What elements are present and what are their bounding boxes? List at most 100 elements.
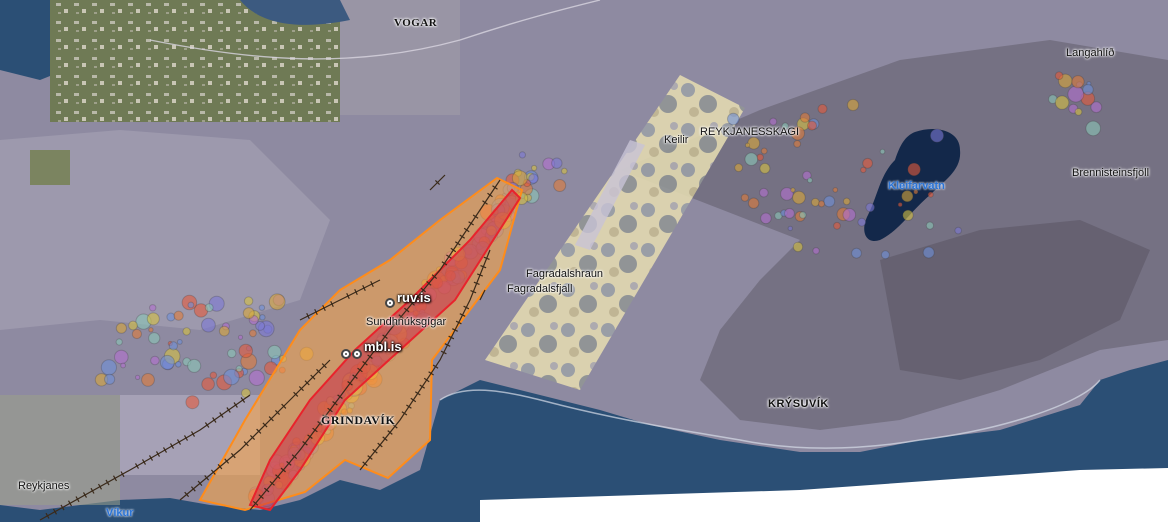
earthquake-dot[interactable]: [954, 226, 963, 235]
earthquake-dot[interactable]: [862, 157, 873, 169]
webcam-icon[interactable]: [385, 298, 395, 308]
satellite-map[interactable]: [0, 0, 1168, 522]
earthquake-dot[interactable]: [1074, 108, 1083, 116]
earthquake-dot[interactable]: [227, 348, 237, 359]
earthquake-dot[interactable]: [860, 166, 867, 174]
earthquake-dot[interactable]: [209, 371, 218, 379]
earthquake-dot[interactable]: [792, 190, 806, 205]
earthquake-dot[interactable]: [120, 362, 126, 369]
earthquake-dot[interactable]: [131, 328, 142, 340]
earthquake-dot[interactable]: [747, 197, 760, 209]
earthquake-dot[interactable]: [818, 200, 825, 208]
earthquake-dot[interactable]: [248, 369, 265, 386]
earthquake-dot[interactable]: [268, 293, 286, 311]
earthquake-dot[interactable]: [201, 377, 215, 391]
webcam-icon[interactable]: [341, 349, 351, 359]
earthquake-dot[interactable]: [817, 103, 828, 114]
earthquake-dot[interactable]: [115, 338, 123, 346]
earthquake-dot[interactable]: [135, 374, 141, 380]
earthquake-dot[interactable]: [792, 241, 804, 253]
earthquake-dot[interactable]: [249, 329, 257, 338]
earthquake-dot[interactable]: [807, 120, 817, 131]
earthquake-dot[interactable]: [787, 225, 793, 232]
earthquake-dot[interactable]: [759, 187, 769, 198]
earthquake-dot[interactable]: [744, 142, 751, 148]
earthquake-dot[interactable]: [561, 167, 568, 175]
earthquake-dot[interactable]: [201, 317, 216, 333]
earthquake-dot[interactable]: [927, 191, 934, 198]
earthquake-dot[interactable]: [922, 246, 935, 259]
earthquake-dot[interactable]: [223, 368, 240, 386]
earthquake-dot[interactable]: [551, 157, 563, 169]
earthquake-dot[interactable]: [740, 193, 750, 202]
earthquake-dot[interactable]: [115, 322, 128, 334]
earthquake-dot[interactable]: [744, 152, 759, 166]
webcam-icon[interactable]: [352, 349, 362, 359]
earthquake-dot[interactable]: [734, 163, 743, 173]
earthquake-dot[interactable]: [149, 304, 157, 312]
webcam-label-ruv[interactable]: ruv.is: [397, 290, 431, 305]
earthquake-dot[interactable]: [759, 162, 771, 174]
earthquake-dot[interactable]: [159, 354, 175, 370]
earthquake-dot[interactable]: [925, 221, 935, 230]
earthquake-dot[interactable]: [141, 373, 155, 387]
earthquake-dot[interactable]: [148, 332, 161, 345]
earthquake-dot[interactable]: [553, 179, 567, 192]
earthquake-dot[interactable]: [104, 373, 116, 385]
earthquake-dot[interactable]: [769, 117, 778, 126]
earthquake-dot[interactable]: [823, 195, 836, 208]
earthquake-dot[interactable]: [175, 361, 182, 368]
earthquake-dot[interactable]: [902, 209, 914, 222]
earthquake-dot[interactable]: [842, 208, 857, 222]
earthquake-dot[interactable]: [114, 349, 129, 365]
earthquake-dot[interactable]: [851, 247, 862, 259]
earthquake-dot[interactable]: [185, 395, 200, 410]
earthquake-dot[interactable]: [168, 341, 178, 351]
earthquake-dot[interactable]: [727, 112, 740, 126]
earthquake-dot[interactable]: [760, 147, 768, 155]
earthquake-dot[interactable]: [842, 197, 851, 206]
earthquake-dot[interactable]: [528, 173, 539, 184]
earthquake-dot[interactable]: [880, 250, 890, 260]
earthquake-dot[interactable]: [1067, 85, 1085, 103]
earthquake-dot[interactable]: [187, 301, 195, 309]
earthquake-dot[interactable]: [907, 162, 921, 177]
earthquake-dot[interactable]: [1054, 95, 1070, 110]
earthquake-dot[interactable]: [1071, 75, 1085, 89]
earthquake-dot[interactable]: [237, 334, 244, 340]
earthquake-dot[interactable]: [1090, 101, 1103, 114]
earthquake-dot[interactable]: [832, 187, 839, 193]
earthquake-dot[interactable]: [531, 164, 538, 172]
earthquake-dot[interactable]: [218, 325, 230, 337]
earthquake-dot[interactable]: [1054, 71, 1064, 80]
earthquake-dot[interactable]: [897, 202, 903, 208]
earthquake-dot[interactable]: [799, 112, 811, 123]
earthquake-dot[interactable]: [242, 307, 255, 320]
earthquake-dot[interactable]: [128, 320, 138, 331]
earthquake-dot[interactable]: [799, 211, 807, 219]
earthquake-dot[interactable]: [173, 310, 184, 321]
earthquake-dot[interactable]: [865, 202, 876, 213]
earthquake-dot[interactable]: [846, 98, 860, 112]
earthquake-dot[interactable]: [148, 327, 154, 333]
map-viewport[interactable]: VOGAR Langahlíð Keilir REYKJANESSKAGI Kl…: [0, 0, 1168, 522]
earthquake-dot[interactable]: [243, 296, 254, 306]
earthquake-dot[interactable]: [204, 303, 214, 313]
earthquake-dot[interactable]: [807, 177, 813, 184]
earthquake-dot[interactable]: [187, 358, 202, 373]
earthquake-dot[interactable]: [100, 359, 118, 376]
earthquake-dot[interactable]: [518, 151, 527, 159]
earthquake-dot[interactable]: [879, 148, 886, 155]
earthquake-dot[interactable]: [784, 208, 795, 219]
webcam-label-mbl[interactable]: mbl.is: [364, 339, 402, 354]
earthquake-dot[interactable]: [810, 197, 820, 207]
earthquake-dot[interactable]: [760, 212, 772, 225]
earthquake-dot[interactable]: [1085, 120, 1101, 137]
earthquake-dot[interactable]: [812, 247, 820, 255]
earthquake-dot[interactable]: [790, 187, 796, 193]
earthquake-dot[interactable]: [267, 344, 282, 360]
earthquake-dot[interactable]: [238, 343, 254, 359]
earthquake-dot[interactable]: [793, 140, 802, 148]
earthquake-dot[interactable]: [901, 190, 914, 203]
earthquake-dot[interactable]: [1082, 83, 1094, 96]
